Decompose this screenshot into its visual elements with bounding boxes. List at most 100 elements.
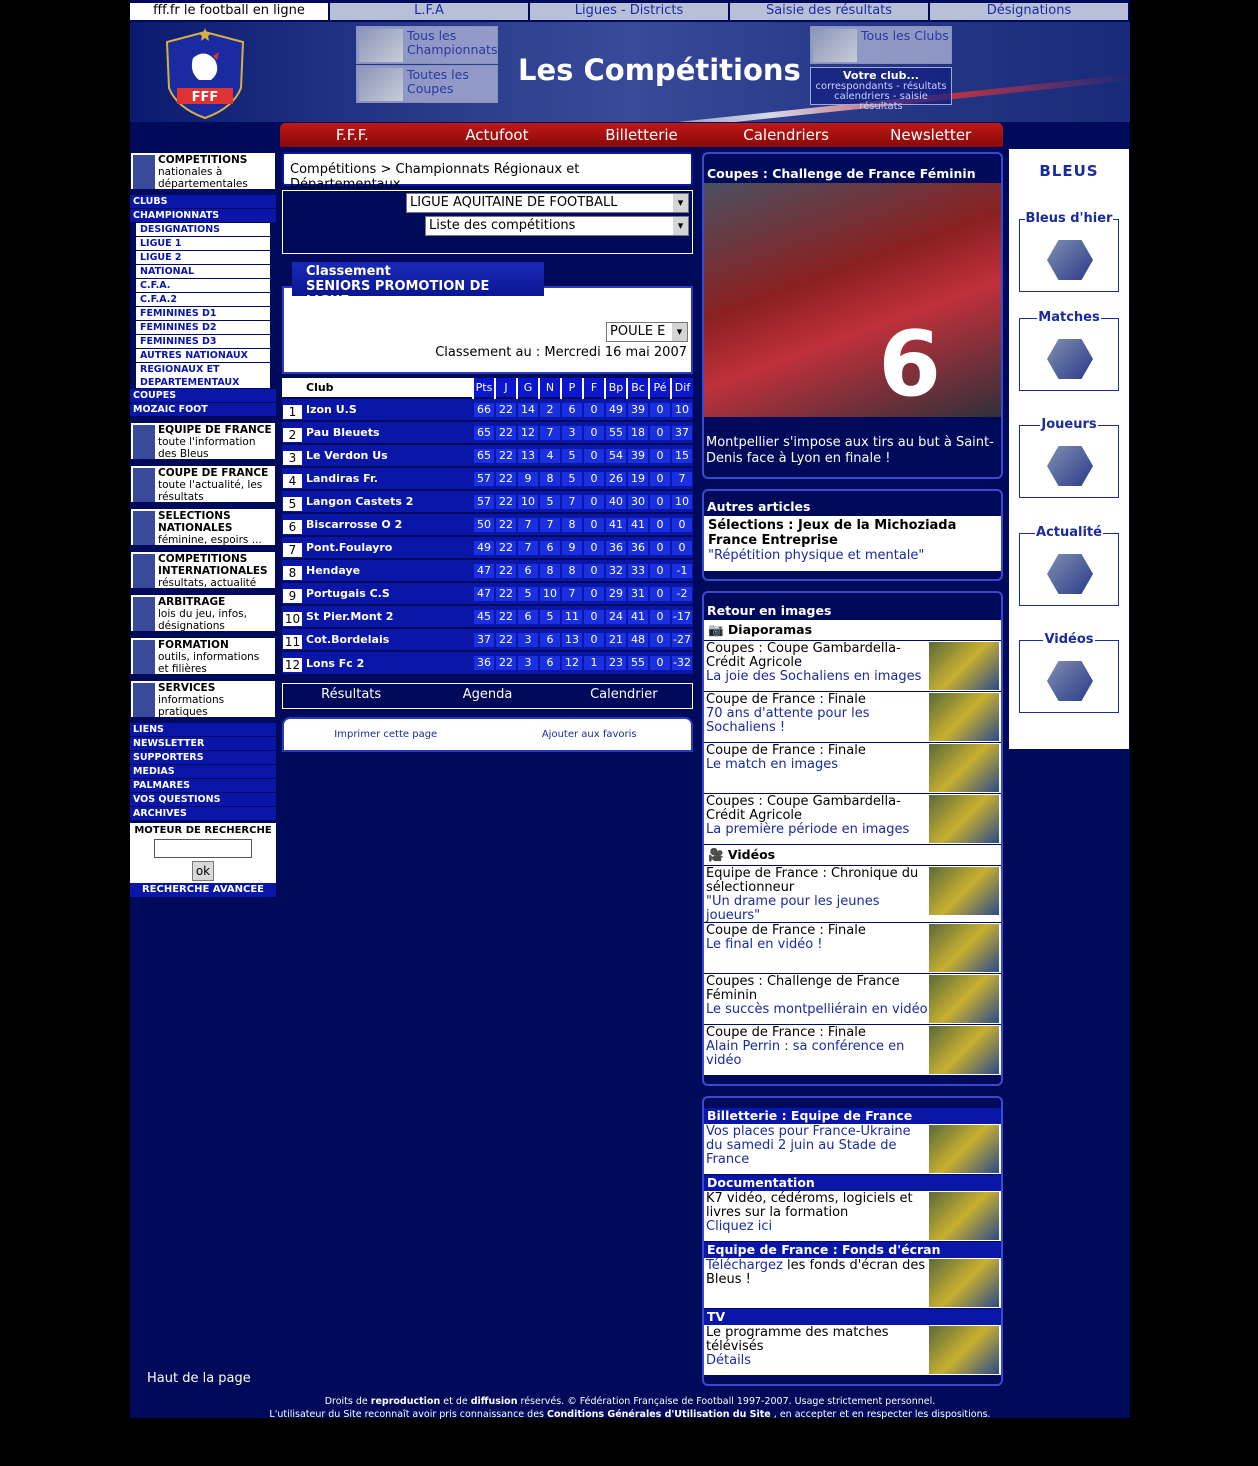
sidebar-liens[interactable]: LIENS xyxy=(130,723,276,737)
submenu-feminines-d2[interactable]: FEMININES D2 xyxy=(136,321,270,335)
advanced-search-link[interactable]: RECHERCHE AVANCEE xyxy=(130,883,276,897)
club-cell[interactable]: Biscarrosse O 2 xyxy=(303,512,473,536)
coupe-photo[interactable]: 6 xyxy=(704,183,1001,417)
sidebar-competitions[interactable]: COMPETITIONS nationales à départementales xyxy=(130,152,276,190)
submenu-ligue1[interactable]: LIGUE 1 xyxy=(136,237,270,251)
submenu-national[interactable]: NATIONAL xyxy=(136,265,270,279)
tv-link[interactable]: Détails xyxy=(706,1353,751,1368)
sidebar-coupes[interactable]: COUPES xyxy=(130,389,276,403)
banner-votre-club[interactable]: Votre club... correspondants - résultats… xyxy=(810,67,952,112)
tab-calendrier[interactable]: Calendrier xyxy=(556,684,692,708)
club-cell[interactable]: Portugais C.S xyxy=(303,581,473,605)
banner-clubs[interactable]: Tous les Clubs xyxy=(810,26,952,64)
submenu-regionaux[interactable]: REGIONAUX ET DEPARTEMENTAUX xyxy=(136,363,270,389)
item-thumb[interactable] xyxy=(929,867,999,915)
sidebar-equipe-de-france[interactable]: EQUIPE DE FRANCE toute l'information des … xyxy=(130,422,276,460)
sidebar-vos-questions[interactable]: VOS QUESTIONS xyxy=(130,793,276,807)
club-cell[interactable]: Lons Fc 2 xyxy=(303,650,473,674)
topnav-designations[interactable]: Désignations xyxy=(930,3,1130,20)
bleus-matches[interactable]: Matches xyxy=(1019,310,1119,391)
topnav-ligues[interactable]: Ligues - Districts xyxy=(530,3,730,20)
sidebar-coupe-de-france[interactable]: COUPE DE FRANCE toute l'actualité, les ré… xyxy=(130,465,276,503)
autres-link[interactable]: "Répétition physique et mentale" xyxy=(708,548,924,563)
club-cell[interactable]: Pau Bleuets xyxy=(303,420,473,444)
topnav-fff[interactable]: fff.fr le football en ligne xyxy=(130,3,330,20)
fff-logo[interactable]: FFF xyxy=(163,28,247,120)
bleus-videos[interactable]: Vidéos xyxy=(1019,632,1119,713)
sidebar-selections[interactable]: SELECTIONS NATIONALES féminine, espoirs .… xyxy=(130,508,276,546)
video-item[interactable]: Coupe de France : Finale Alain Perrin : s… xyxy=(704,1025,1001,1076)
club-cell[interactable]: Pont.Foulayro xyxy=(303,535,473,559)
breadcrumb[interactable]: Compétitions > Championnats Régionaux et… xyxy=(282,152,693,192)
search-input[interactable] xyxy=(154,839,252,858)
diapo-item[interactable]: Coupes : Coupe Gambardella-Crédit Agrico… xyxy=(704,641,1001,692)
submenu-cfa2[interactable]: C.F.A.2 xyxy=(136,293,270,307)
rednav-calendriers[interactable]: Calendriers xyxy=(714,123,859,147)
sidebar-supporters[interactable]: SUPPORTERS xyxy=(130,751,276,765)
club-cell[interactable]: Le Verdon Us xyxy=(303,443,473,467)
diapo-item[interactable]: Coupe de France : Finale 70 ans d'attente… xyxy=(704,692,1001,743)
rednav-actufoot[interactable]: Actufoot xyxy=(425,123,570,147)
bleus-joueurs[interactable]: Joueurs xyxy=(1019,417,1119,498)
rednav-billetterie[interactable]: Billetterie xyxy=(569,123,714,147)
banner-coupes[interactable]: Toutes les Coupes xyxy=(356,65,498,103)
cgu-link[interactable]: Conditions Générales d'Utilisation du Si… xyxy=(547,1409,771,1420)
club-cell[interactable]: Izon U.S xyxy=(303,397,473,421)
item-thumb[interactable] xyxy=(929,924,999,972)
print-link[interactable]: Imprimer cette page xyxy=(284,729,488,750)
reproduction-link[interactable]: reproduction xyxy=(371,1396,440,1407)
bleus-hier[interactable]: Bleus d'hier xyxy=(1019,211,1119,292)
submenu-autres-nationaux[interactable]: AUTRES NATIONAUX xyxy=(136,349,270,363)
competition-select[interactable]: Liste des compétitions xyxy=(425,216,689,236)
coupe-title[interactable]: Coupes : Challenge de France Féminin xyxy=(704,154,1001,183)
sidebar-medias[interactable]: MEDIAS xyxy=(130,765,276,779)
sidebar-mozaic[interactable]: MOZAIC FOOT xyxy=(130,403,276,417)
favorites-link[interactable]: Ajouter aux favoris xyxy=(488,729,692,750)
tv-item[interactable]: Le programme des matches télévisés Détail… xyxy=(704,1325,1001,1376)
item-thumb[interactable] xyxy=(929,693,999,741)
league-select[interactable]: LIGUE AQUITAINE DE FOOTBALL xyxy=(406,193,689,213)
club-cell[interactable]: St Pier.Mont 2 xyxy=(303,604,473,628)
rednav-newsletter[interactable]: Newsletter xyxy=(858,123,1003,147)
topnav-saisie[interactable]: Saisie des résultats xyxy=(730,3,930,20)
diapo-item[interactable]: Coupes : Coupe Gambardella-Crédit Agrico… xyxy=(704,794,1001,845)
documentation-item[interactable]: K7 vidéo, cédéroms, logiciels et livres … xyxy=(704,1191,1001,1242)
fonds-item[interactable]: Téléchargez les fonds d'écran des Bleus … xyxy=(704,1258,1001,1309)
item-link[interactable]: Alain Perrin : sa conférence en vidéo xyxy=(706,1039,904,1068)
topnav-lfa[interactable]: L.F.A xyxy=(330,3,530,20)
documentation-thumb[interactable] xyxy=(929,1192,999,1240)
documentation-link[interactable]: Cliquez ici xyxy=(706,1219,772,1234)
billetterie-link[interactable]: Vos places pour France-Ukraine du samedi… xyxy=(706,1124,911,1167)
item-link[interactable]: Le match en images xyxy=(706,757,838,772)
search-ok-button[interactable]: ok xyxy=(192,861,214,881)
submenu-feminines-d3[interactable]: FEMININES D3 xyxy=(136,335,270,349)
item-thumb[interactable] xyxy=(929,795,999,843)
sidebar-internationales[interactable]: COMPETITIONS INTERNATIONALES résultats, a… xyxy=(130,551,276,589)
item-link[interactable]: Le final en vidéo ! xyxy=(706,937,823,952)
sidebar-services[interactable]: SERVICES informations pratiques xyxy=(130,680,276,718)
tv-thumb[interactable] xyxy=(929,1326,999,1374)
coupe-caption[interactable]: Montpellier s'impose aux tirs au but à S… xyxy=(704,417,1001,477)
tab-resultats[interactable]: Résultats xyxy=(283,684,419,708)
item-thumb[interactable] xyxy=(929,1026,999,1074)
video-item[interactable]: Coupe de France : Finale Le final en vidé… xyxy=(704,923,1001,974)
club-cell[interactable]: Cot.Bordelais xyxy=(303,627,473,651)
banner-championnats[interactable]: Tous les Championnats xyxy=(356,26,498,64)
submenu-designations[interactable]: DESIGNATIONS xyxy=(136,223,270,237)
billetterie-item[interactable]: Vos places pour France-Ukraine du samedi… xyxy=(704,1124,1001,1175)
club-cell[interactable]: Landiras Fr. xyxy=(303,466,473,490)
diapo-item[interactable]: Coupe de France : Finale Le match en imag… xyxy=(704,743,1001,794)
submenu-ligue2[interactable]: LIGUE 2 xyxy=(136,251,270,265)
bleus-actualite[interactable]: Actualité xyxy=(1019,525,1119,606)
item-link[interactable]: Le succès montpelliérain en vidéo xyxy=(706,1002,928,1017)
item-link[interactable]: La joie des Sochaliens en images xyxy=(706,669,921,684)
bleus-title[interactable]: BLEUS xyxy=(1009,162,1129,180)
item-thumb[interactable] xyxy=(929,642,999,690)
sidebar-championnats[interactable]: CHAMPIONNATS xyxy=(130,209,276,223)
item-thumb[interactable] xyxy=(929,975,999,1023)
sidebar-archives[interactable]: ARCHIVES xyxy=(130,807,276,821)
submenu-feminines-d1[interactable]: FEMININES D1 xyxy=(136,307,270,321)
sidebar-clubs[interactable]: CLUBS xyxy=(130,195,276,209)
poule-select[interactable]: POULE E xyxy=(606,322,688,342)
video-item[interactable]: Equipe de France : Chronique du sélectio… xyxy=(704,866,1001,923)
